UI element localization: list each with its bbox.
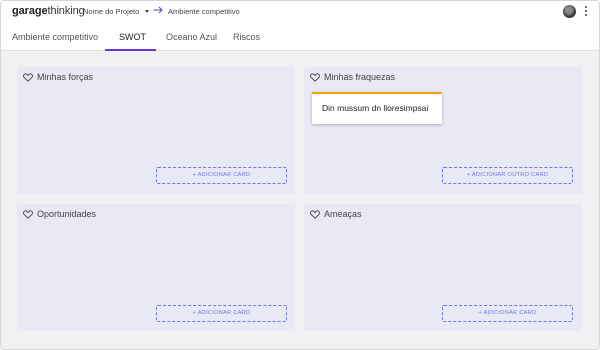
breadcrumb[interactable]: Ambiente competitivo — [168, 7, 240, 16]
heart-icon[interactable] — [310, 72, 320, 82]
logo[interactable]: garagethinking — [12, 5, 85, 17]
active-tab-indicator — [105, 49, 156, 51]
swot-panel-weaknesses: Minhas fraquezas Din mussum dn lloresimp… — [304, 67, 582, 194]
swot-panel-strengths: Minhas forças + ADICIONAR CARD — [17, 67, 295, 194]
panel-title: Oportunidades — [23, 209, 96, 219]
swot-card[interactable]: Din mussum dn lloresimpsai — [312, 92, 442, 124]
panel-title: Minhas forças — [23, 72, 93, 82]
tab-bar: Ambiente competitivo SWOT Oceano Azul Ri… — [1, 23, 599, 51]
panel-title: Ameaças — [310, 209, 362, 219]
add-card-button[interactable]: + ADICIONAR CARD — [442, 305, 573, 322]
project-selector[interactable]: Nome do Projeto — [83, 7, 150, 16]
panel-title-text: Minhas fraquezas — [324, 72, 396, 82]
tab-swot[interactable]: SWOT — [119, 32, 146, 42]
more-vert-icon[interactable] — [584, 6, 588, 18]
panel-title-text: Oportunidades — [37, 209, 97, 219]
heart-icon[interactable] — [23, 209, 33, 219]
tab-riscos[interactable]: Riscos — [233, 32, 260, 42]
panel-title-text: Ameaças — [324, 209, 362, 219]
add-card-button[interactable]: + ADICIONAR CARD — [156, 305, 287, 322]
panel-title-text: Minhas forças — [37, 72, 94, 82]
card-text: Din mussum dn lloresimpsai — [322, 103, 429, 113]
tab-oceano-azul[interactable]: Oceano Azul — [166, 32, 217, 42]
swot-panel-opportunities: Oportunidades + ADICIONAR CARD — [17, 204, 295, 331]
project-label: Nome do Projeto — [83, 7, 140, 16]
add-card-button[interactable]: + ADICIONAR CARD — [156, 167, 287, 184]
arrow-right-icon — [153, 6, 163, 14]
avatar[interactable] — [563, 5, 576, 18]
heart-icon[interactable] — [310, 209, 320, 219]
add-card-button[interactable]: + ADICIONAR OUTRO CARD — [442, 167, 573, 184]
top-bar: garagethinking Nome do Projeto Ambiente … — [1, 1, 599, 23]
tab-ambiente-competitivo[interactable]: Ambiente competitivo — [12, 32, 98, 42]
logo-light: thinking — [47, 5, 85, 17]
app-frame: garagethinking Nome do Projeto Ambiente … — [0, 0, 600, 350]
chevron-down-icon — [145, 10, 150, 13]
swot-panel-threats: Ameaças + ADICIONAR CARD — [304, 204, 582, 331]
logo-bold: garage — [12, 5, 48, 17]
panel-title: Minhas fraquezas — [310, 72, 395, 82]
heart-icon[interactable] — [23, 72, 33, 82]
